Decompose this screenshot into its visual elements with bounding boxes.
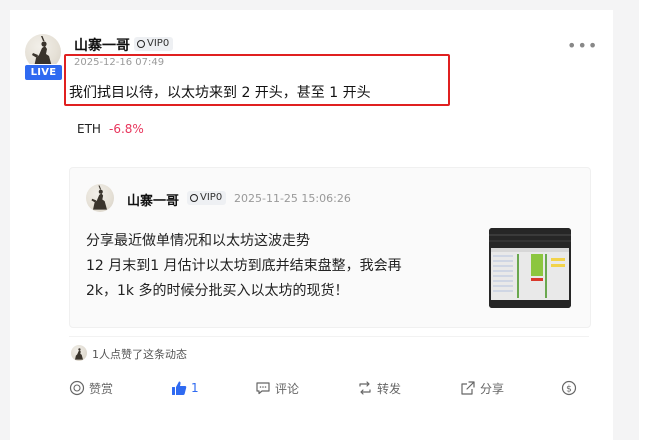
tip-icon xyxy=(69,380,85,396)
repost-icon xyxy=(359,381,371,395)
share-button[interactable]: 分享 xyxy=(460,378,504,398)
comment-icon xyxy=(256,382,270,395)
tip-button[interactable]: 赞赏 xyxy=(69,378,113,398)
quoted-text-line: 2k，1k 多的时候分批买入以太坊的现货！ xyxy=(86,283,349,299)
share-label: 分享 xyxy=(480,381,505,396)
quoted-vip-badge: VIP0 xyxy=(187,191,227,205)
post-text: 我们拭目以待，以太坊来到 2 开头，甚至 1 开头 xyxy=(69,85,371,101)
quoted-author-name[interactable]: 山寨一哥 xyxy=(127,190,179,209)
quoted-image-thumbnail[interactable] xyxy=(489,228,571,308)
likes-summary[interactable]: 1人点赞了这条动态 xyxy=(92,346,187,362)
coin-change: -6.8% xyxy=(109,122,144,136)
horse-rider-image xyxy=(91,185,107,210)
vip-badge: VIP0 xyxy=(134,37,174,51)
vip-icon xyxy=(190,194,198,202)
coin-tag[interactable]: ETH xyxy=(77,122,101,136)
like-count: 1 xyxy=(191,381,199,395)
comment-button[interactable]: 评论 xyxy=(255,378,299,398)
screenshot-image xyxy=(489,228,571,308)
tip-label: 赞赏 xyxy=(89,381,114,396)
vip-icon xyxy=(137,40,145,48)
quoted-post-time: 2025-11-25 15:06:26 xyxy=(234,192,351,205)
like-button[interactable]: 1 xyxy=(171,378,199,398)
like-icon xyxy=(172,381,187,395)
share-icon xyxy=(461,381,475,395)
vip-label: VIP0 xyxy=(200,192,223,203)
vip-label: VIP0 xyxy=(147,38,170,49)
repost-label: 转发 xyxy=(377,381,402,396)
svg-text:$: $ xyxy=(566,385,572,395)
divider xyxy=(69,336,589,337)
author-name[interactable]: 山寨一哥 xyxy=(74,35,130,55)
quoted-author-avatar[interactable] xyxy=(86,184,114,212)
quoted-text-line: 分享最近做单情况和以太坊这波走势 xyxy=(86,233,310,249)
dollar-button[interactable]: $ xyxy=(561,378,577,398)
repost-button[interactable]: 转发 xyxy=(357,378,401,398)
more-icon[interactable]: ••• xyxy=(567,38,598,54)
dollar-icon: $ xyxy=(561,380,577,396)
liker-avatar[interactable] xyxy=(71,345,87,361)
right-panel-edge xyxy=(639,0,654,440)
horse-rider-image xyxy=(75,348,83,360)
quoted-text-line: 12 月末到1 月估计以太坊到底并结束盘整，我会再 xyxy=(86,258,402,274)
comment-label: 评论 xyxy=(275,381,300,396)
live-badge[interactable]: LIVE xyxy=(24,64,63,81)
